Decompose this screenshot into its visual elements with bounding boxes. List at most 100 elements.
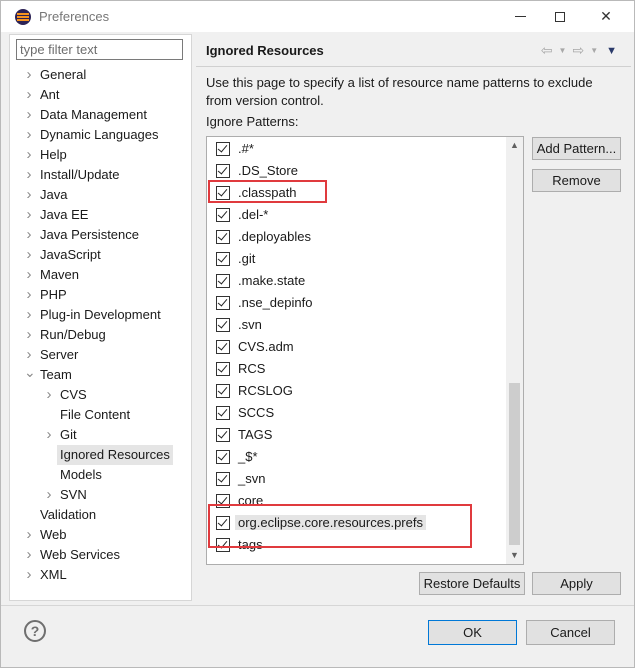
forward-dropdown-icon[interactable]: ▼ (590, 42, 598, 60)
pattern-checkbox[interactable] (216, 164, 230, 178)
chevron-right-icon[interactable]: › (44, 485, 54, 505)
pattern-checkbox[interactable] (216, 142, 230, 156)
apply-button[interactable]: Apply (532, 572, 621, 595)
pattern-checkbox[interactable] (216, 274, 230, 288)
pattern-checkbox[interactable] (216, 340, 230, 354)
tree-item[interactable]: › CVS (10, 385, 191, 405)
pattern-row[interactable]: .nse_depinfo (207, 292, 507, 314)
pattern-checkbox[interactable] (216, 362, 230, 376)
chevron-down-icon[interactable]: ⌄ (24, 365, 36, 385)
pattern-row[interactable]: _svn (207, 468, 507, 490)
tree-item[interactable]: › Dynamic Languages (10, 125, 191, 145)
tree-item[interactable]: › General (10, 65, 191, 85)
pattern-row[interactable]: RCSLOG (207, 380, 507, 402)
pattern-row[interactable]: TAGS (207, 424, 507, 446)
pattern-checkbox[interactable] (216, 384, 230, 398)
pattern-checkbox[interactable] (216, 252, 230, 266)
add-pattern-button[interactable]: Add Pattern... (532, 137, 621, 160)
pattern-row[interactable]: .DS_Store (207, 160, 507, 182)
chevron-right-icon[interactable]: › (24, 245, 34, 265)
view-menu-icon[interactable]: ▼ (606, 42, 617, 60)
remove-button[interactable]: Remove (532, 169, 621, 192)
tree-item[interactable]: Validation (10, 505, 191, 525)
tree-item[interactable]: › Data Management (10, 105, 191, 125)
chevron-right-icon[interactable]: › (24, 85, 34, 105)
pattern-row[interactable]: _$* (207, 446, 507, 468)
chevron-right-icon[interactable]: › (24, 205, 34, 225)
chevron-right-icon[interactable]: › (24, 165, 34, 185)
chevron-right-icon[interactable]: › (24, 285, 34, 305)
back-dropdown-icon[interactable]: ▼ (559, 42, 567, 60)
tree-item[interactable]: › Java (10, 185, 191, 205)
help-icon[interactable]: ? (24, 620, 46, 642)
pattern-row[interactable]: RCS (207, 358, 507, 380)
chevron-right-icon[interactable]: › (24, 345, 34, 365)
scroll-down-icon[interactable]: ▼ (506, 547, 523, 564)
close-button[interactable]: ✕ (583, 1, 629, 32)
tree-item[interactable]: › Web (10, 525, 191, 545)
tree-item[interactable]: › Server (10, 345, 191, 365)
restore-defaults-button[interactable]: Restore Defaults (419, 572, 525, 595)
tree-item[interactable]: › Install/Update (10, 165, 191, 185)
tree-item[interactable]: File Content (10, 405, 191, 425)
pattern-row[interactable]: .svn (207, 314, 507, 336)
tree-item[interactable]: › Java Persistence (10, 225, 191, 245)
pattern-checkbox[interactable] (216, 318, 230, 332)
tree-item[interactable]: › Web Services (10, 545, 191, 565)
chevron-right-icon[interactable]: › (24, 145, 34, 165)
tree-item[interactable]: › Help (10, 145, 191, 165)
tree-item-label: Team (40, 367, 72, 382)
chevron-right-icon[interactable]: › (24, 265, 34, 285)
tree-item[interactable]: › PHP (10, 285, 191, 305)
tree-item[interactable]: Ignored Resources (10, 445, 191, 465)
pattern-row[interactable]: CVS.adm (207, 336, 507, 358)
tree-item[interactable]: › Ant (10, 85, 191, 105)
pattern-checkbox[interactable] (216, 428, 230, 442)
chevron-right-icon[interactable]: › (24, 305, 34, 325)
ok-button[interactable]: OK (428, 620, 517, 645)
chevron-right-icon[interactable]: › (24, 185, 34, 205)
pattern-checkbox[interactable] (216, 450, 230, 464)
vertical-scrollbar[interactable]: ▲ ▼ (506, 137, 523, 564)
chevron-right-icon[interactable]: › (24, 325, 34, 345)
pattern-row[interactable]: .git (207, 248, 507, 270)
pattern-checkbox[interactable] (216, 472, 230, 486)
tree-item[interactable]: Models (10, 465, 191, 485)
chevron-right-icon[interactable]: › (24, 225, 34, 245)
chevron-right-icon[interactable]: › (24, 525, 34, 545)
pattern-row[interactable]: .make.state (207, 270, 507, 292)
chevron-right-icon[interactable]: › (24, 545, 34, 565)
tree-item[interactable]: › Run/Debug (10, 325, 191, 345)
tree-item[interactable]: › XML (10, 565, 191, 585)
pattern-checkbox[interactable] (216, 208, 230, 222)
filter-input[interactable] (16, 39, 183, 60)
tree-item[interactable]: › Git (10, 425, 191, 445)
tree-item[interactable]: › JavaScript (10, 245, 191, 265)
chevron-right-icon[interactable]: › (24, 125, 34, 145)
tree-item[interactable]: ⌄ Team (10, 365, 191, 385)
pattern-checkbox[interactable] (216, 230, 230, 244)
scroll-up-icon[interactable]: ▲ (506, 137, 523, 154)
tree-item[interactable]: › Maven (10, 265, 191, 285)
tree-item[interactable]: › Plug-in Development (10, 305, 191, 325)
pattern-checkbox[interactable] (216, 296, 230, 310)
tree-item[interactable]: › SVN (10, 485, 191, 505)
pattern-row[interactable]: .deployables (207, 226, 507, 248)
scroll-thumb[interactable] (509, 383, 520, 545)
cancel-button[interactable]: Cancel (526, 620, 615, 645)
pattern-row[interactable]: .del-* (207, 204, 507, 226)
pattern-label: .deployables (238, 229, 311, 244)
back-arrow-icon[interactable]: ⇦ (541, 42, 553, 60)
tree-item-label: Web Services (40, 547, 120, 562)
tree-item[interactable]: › Java EE (10, 205, 191, 225)
chevron-right-icon[interactable]: › (44, 425, 54, 445)
forward-arrow-icon[interactable]: ⇨ (572, 42, 584, 60)
chevron-right-icon[interactable]: › (24, 105, 34, 125)
maximize-button[interactable] (537, 1, 583, 32)
pattern-row[interactable]: SCCS (207, 402, 507, 424)
chevron-right-icon[interactable]: › (24, 565, 34, 585)
chevron-right-icon[interactable]: › (24, 65, 34, 85)
chevron-right-icon[interactable]: › (44, 385, 54, 405)
pattern-row[interactable]: .#* (207, 138, 507, 160)
pattern-checkbox[interactable] (216, 406, 230, 420)
